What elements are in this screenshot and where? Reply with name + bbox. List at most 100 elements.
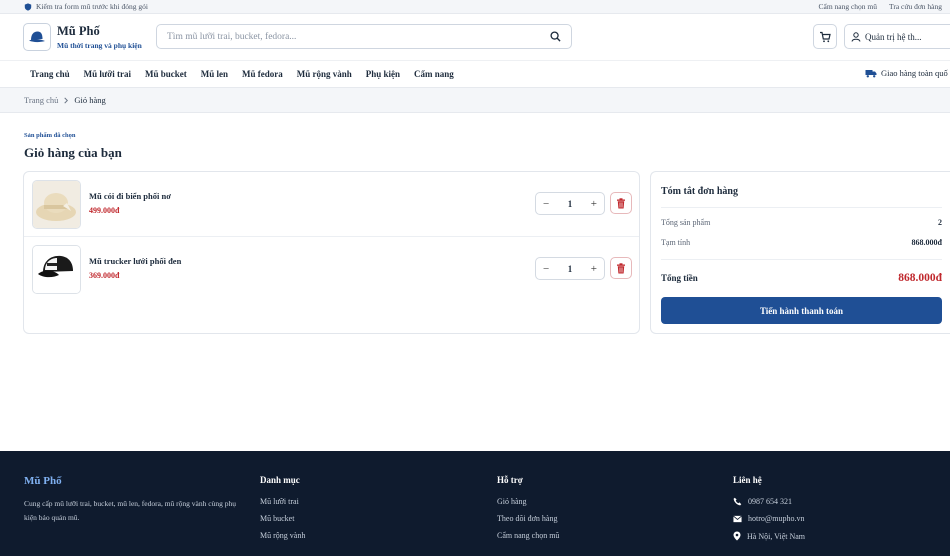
- footer-about: Mũ Phố Cung cấp mũ lưỡi trai, bucket, mũ…: [24, 475, 244, 525]
- footer-support-title: Hỗ trợ: [497, 475, 523, 485]
- brand-name: Mũ Phố: [57, 24, 100, 38]
- footer-link-track-order[interactable]: Theo dõi đơn hàng: [497, 514, 559, 523]
- user-icon: [851, 31, 861, 42]
- admin-menu-button[interactable]: Quản trị hệ th...: [844, 24, 950, 49]
- product-thumbnail-straw-hat[interactable]: [32, 180, 81, 229]
- increase-quantity-button[interactable]: +: [591, 198, 597, 210]
- site-header: Mũ Phố Mũ thời trang và phụ kiện Quản tr…: [0, 14, 950, 60]
- footer-categories-title: Danh mục: [260, 475, 300, 485]
- footer-address: Hà Nội, Việt Nam: [733, 531, 805, 541]
- footer-about-text: Cung cấp mũ lưỡi trai, bucket, mũ len, f…: [24, 499, 236, 522]
- decrease-quantity-button[interactable]: −: [543, 263, 549, 275]
- product-price: 369.000đ: [89, 271, 120, 280]
- page-title: Giỏ hàng của bạn: [24, 145, 122, 160]
- straw-hat-image: [33, 181, 80, 228]
- footer-link-bucket[interactable]: Mũ bucket: [260, 514, 305, 523]
- cart-list: Mũ cói đi biển phối nơ 499.000đ − 1 + Mũ…: [23, 171, 640, 334]
- product-thumbnail-trucker-cap[interactable]: [32, 245, 81, 294]
- footer-link-wide-brim[interactable]: Mũ rộng vành: [260, 531, 305, 540]
- footer-contact-title: Liên hệ: [733, 475, 762, 485]
- footer-email-text: hotro@mupho.vn: [748, 514, 805, 523]
- trash-icon: [617, 197, 625, 208]
- footer-brand[interactable]: Mũ Phố: [24, 475, 244, 487]
- search-icon[interactable]: [550, 31, 561, 42]
- quantity-stepper: − 1 +: [535, 192, 605, 215]
- brand[interactable]: Mũ Phố Mũ thời trang và phụ kiện: [57, 24, 142, 50]
- cart-item: Mũ trucker lưới phối đen 369.000đ − 1 +: [24, 237, 639, 302]
- nav-item-beanie[interactable]: Mũ len: [201, 69, 228, 79]
- summary-row-count: Tổng sản phẩm 2: [661, 218, 942, 227]
- remove-item-button[interactable]: [610, 257, 632, 279]
- logo[interactable]: [23, 23, 51, 51]
- nav-item-home[interactable]: Trang chủ: [30, 69, 70, 79]
- footer-categories: Danh mục Mũ lưỡi trai Mũ bucket Mũ rộng …: [260, 475, 305, 548]
- nav-item-wide-brim[interactable]: Mũ rộng vành: [297, 69, 352, 79]
- admin-label: Quản trị hệ th...: [865, 31, 922, 42]
- top-notice-bar: Kiểm tra form mũ trước khi đóng gói Cẩm …: [0, 0, 950, 14]
- footer-phone-text: 0987 654 321: [748, 497, 792, 506]
- search-input[interactable]: [167, 31, 550, 42]
- summary-count-label: Tổng sản phẩm: [661, 218, 711, 227]
- trucker-cap-image: [33, 246, 80, 293]
- footer-link-guide[interactable]: Cẩm nang chọn mũ: [497, 531, 559, 540]
- divider: [661, 259, 942, 260]
- nav-item-fedora[interactable]: Mũ fedora: [242, 69, 283, 79]
- product-name[interactable]: Mũ cói đi biển phối nơ: [89, 191, 171, 201]
- summary-total-label: Tổng tiền: [661, 273, 698, 283]
- shipping-info: Giao hàng toàn quố: [865, 68, 948, 78]
- remove-item-button[interactable]: [610, 192, 632, 214]
- footer-phone[interactable]: 0987 654 321: [733, 497, 805, 506]
- summary-title: Tóm tắt đơn hàng: [661, 186, 738, 197]
- summary-total: Tổng tiền 868.000đ: [661, 272, 942, 284]
- page-eyebrow: Sản phẩm đã chọn: [24, 132, 76, 139]
- product-name[interactable]: Mũ trucker lưới phối đen: [89, 256, 181, 266]
- chevron-right-icon: [64, 97, 69, 103]
- summary-subtotal-value: 868.000đ: [911, 238, 942, 247]
- phone-icon: [733, 497, 742, 506]
- nav-item-accessories[interactable]: Phụ kiện: [366, 69, 400, 79]
- footer-support: Hỗ trợ Giỏ hàng Theo dõi đơn hàng Cẩm na…: [497, 475, 559, 548]
- hat-logo-icon: [29, 31, 45, 43]
- order-summary: Tóm tắt đơn hàng Tổng sản phẩm 2 Tạm tín…: [650, 171, 950, 334]
- summary-total-value: 868.000đ: [898, 272, 942, 284]
- main-nav: Trang chủ Mũ lưỡi trai Mũ bucket Mũ len …: [0, 60, 950, 87]
- footer-email[interactable]: hotro@mupho.vn: [733, 514, 805, 523]
- breadcrumb-home[interactable]: Trang chủ: [24, 95, 58, 105]
- cart-button[interactable]: [813, 24, 837, 49]
- nav-item-caps[interactable]: Mũ lưỡi trai: [84, 69, 131, 79]
- shield-icon: [24, 2, 32, 11]
- summary-subtotal-label: Tạm tính: [661, 238, 691, 247]
- cart-icon: [820, 31, 831, 42]
- breadcrumb-current: Giỏ hàng: [74, 95, 106, 105]
- top-link-guide[interactable]: Cẩm nang chọn mũ: [818, 2, 877, 11]
- footer-contact: Liên hệ 0987 654 321 hotro@mupho.vn Hà N…: [733, 475, 805, 549]
- shipping-text: Giao hàng toàn quố: [881, 68, 948, 78]
- footer-address-text: Hà Nội, Việt Nam: [747, 531, 806, 541]
- trash-icon: [617, 262, 625, 273]
- breadcrumb: Trang chủ Giỏ hàng: [0, 87, 950, 113]
- top-notice-text: Kiểm tra form mũ trước khi đóng gói: [36, 2, 148, 11]
- quantity-value[interactable]: 1: [568, 264, 573, 274]
- search-box: [156, 24, 572, 49]
- envelope-icon: [733, 515, 742, 522]
- brand-tagline: Mũ thời trang và phụ kiện: [57, 41, 142, 50]
- increase-quantity-button[interactable]: +: [591, 263, 597, 275]
- summary-count-value: 2: [938, 218, 942, 227]
- nav-item-bucket[interactable]: Mũ bucket: [145, 69, 187, 79]
- product-price: 499.000đ: [89, 206, 120, 215]
- cart-item: Mũ cói đi biển phối nơ 499.000đ − 1 +: [24, 172, 639, 237]
- quantity-value[interactable]: 1: [568, 199, 573, 209]
- top-link-track-order[interactable]: Tra cứu đơn hàng: [889, 2, 942, 11]
- site-footer: Mũ Phố Cung cấp mũ lưỡi trai, bucket, mũ…: [0, 451, 950, 556]
- decrease-quantity-button[interactable]: −: [543, 198, 549, 210]
- checkout-button[interactable]: Tiến hành thanh toán: [661, 297, 942, 324]
- footer-link-cart[interactable]: Giỏ hàng: [497, 497, 559, 506]
- truck-icon: [865, 69, 877, 77]
- divider: [661, 207, 942, 208]
- nav-item-guide[interactable]: Cẩm nang: [414, 69, 454, 79]
- summary-row-subtotal: Tạm tính 868.000đ: [661, 238, 942, 247]
- top-notice: Kiểm tra form mũ trước khi đóng gói: [24, 2, 148, 11]
- map-pin-icon: [733, 531, 741, 541]
- footer-link-caps[interactable]: Mũ lưỡi trai: [260, 497, 305, 506]
- quantity-stepper: − 1 +: [535, 257, 605, 280]
